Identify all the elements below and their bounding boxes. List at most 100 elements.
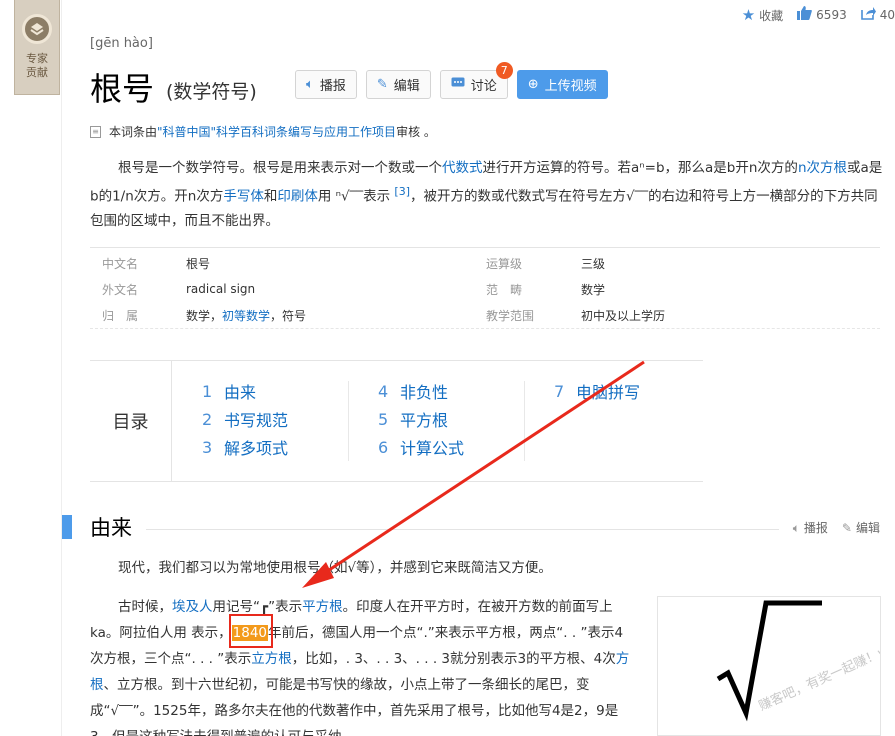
medal-icon (22, 14, 52, 44)
info-key: 运算级 (486, 256, 523, 271)
radical-sign-image[interactable]: 赚客吧，有奖一起赚！www.zuanke8.com (657, 596, 881, 736)
collect-button[interactable]: ★ 收藏 (742, 6, 783, 24)
review-prefix: 本词条由 (109, 125, 158, 139)
link-elementary-math[interactable]: 初等数学 (222, 309, 270, 323)
basic-info-row: 外文名 radical sign 范 畴 数学 (90, 276, 880, 302)
info-value: 根号 (186, 256, 211, 271)
speaker-icon: 🔈︎ (306, 77, 314, 92)
info-value: 数学，初等数学，符号 (186, 307, 486, 324)
section-play-button[interactable]: 🔈︎ 播报 (793, 519, 828, 536)
toc-separator (348, 381, 349, 461)
toc-number: 7 (554, 381, 565, 401)
toc-title: 平方根 (400, 411, 449, 430)
pencil-icon: ✎ (376, 77, 388, 92)
toc-item[interactable]: 3 解多项式 (202, 433, 288, 461)
discuss-count-badge: 7 (495, 62, 513, 79)
info-key: 归 属 (102, 308, 139, 323)
upload-label: 上传视频 (544, 79, 597, 94)
toc-number: 4 (378, 381, 389, 401)
pencil-icon: ✎ (841, 520, 852, 535)
review-project-link[interactable]: "科普中国"科学百科词条编写与应用工作项目 (157, 123, 396, 140)
plus-circle-icon: ⊕ (527, 77, 539, 92)
section-play-label: 播报 (803, 520, 828, 535)
paragraph-text: 用记号“┏”表示 (212, 599, 303, 615)
toc-item[interactable]: 7 电脑拼写 (554, 377, 640, 405)
toc-column: 4 非负性 5 平方根 6 计算公式 (378, 377, 464, 461)
toc-column: 7 电脑拼写 (554, 377, 640, 405)
toc-title: 计算公式 (400, 439, 465, 458)
chat-icon (451, 77, 465, 93)
section-marker (62, 515, 72, 539)
toc-item[interactable]: 1 由来 (202, 377, 288, 405)
toc-title: 解多项式 (224, 439, 289, 458)
link-print-font[interactable]: 印刷体 (277, 189, 318, 205)
info-key: 教学范围 (486, 308, 535, 323)
like-count: 6593 (816, 8, 847, 22)
link-nth-root[interactable]: n次方根 (798, 160, 847, 176)
toc-number: 2 (202, 409, 213, 429)
toc-item[interactable]: 4 非负性 (378, 377, 464, 405)
basic-info-divider (90, 328, 880, 329)
page-title: 根号 (90, 70, 155, 108)
toc-title: 电脑拼写 (576, 383, 641, 402)
section-edit-label: 编辑 (855, 520, 880, 535)
like-button[interactable]: 6593 (797, 6, 847, 24)
expert-label: 专家贡献 (26, 52, 48, 79)
toc-separator (524, 381, 525, 461)
summary-text: 根号是一个数学符号。根号是用来表示对一个数或一个 (118, 160, 442, 176)
paragraph: 古时候，埃及人用记号“┏”表示平方根。印度人在开平方时，在被开方数的前面写上ka… (90, 594, 635, 736)
toc-item[interactable]: 2 书写规范 (202, 405, 288, 433)
toc-item[interactable]: 5 平方根 (378, 405, 464, 433)
paragraph: 现代，我们都习以为常地使用根号（如√等），并感到它来既简洁又方便。 (118, 560, 552, 576)
expert-contribution-badge[interactable]: 专家贡献 (14, 0, 60, 95)
header-actions: 🔈︎ 播报 ✎ 编辑 讨论 7 ⊕ 上传视频 (295, 62, 608, 99)
link-egyptians[interactable]: 埃及人 (172, 599, 213, 615)
play-button[interactable]: 🔈︎ 播报 (295, 70, 357, 99)
section-edit-button[interactable]: ✎ 编辑 (842, 519, 880, 536)
document-icon: ≡ (90, 125, 101, 138)
reference-link[interactable]: [3] (394, 185, 410, 198)
discuss-label: 讨论 (470, 79, 497, 94)
share-button[interactable]: 40 (860, 6, 895, 24)
info-key: 外文名 (102, 282, 139, 297)
toc-number: 5 (378, 409, 389, 429)
info-value-text: ，符号 (270, 308, 307, 323)
paragraph-text: 古时候， (118, 599, 172, 615)
link-square-root[interactable]: 平方根 (302, 599, 343, 615)
discuss-button[interactable]: 讨论 7 (439, 62, 513, 99)
speaker-icon: 🔈︎ (792, 520, 800, 535)
toc-title: 书写规范 (224, 411, 289, 430)
toc-number: 3 (202, 437, 213, 457)
paragraph-text: ，比如，. 3、. . 3、. . . 3就分别表示3的平方根、4次 (291, 651, 616, 667)
share-icon (860, 6, 876, 24)
thumbs-up-icon (797, 6, 813, 24)
section-title: 由来 (90, 516, 132, 540)
info-value: 三级 (581, 256, 606, 271)
toc-title: 非负性 (400, 383, 449, 402)
review-suffix: 审核 。 (396, 125, 436, 139)
toc-number: 1 (202, 381, 213, 401)
toc-item[interactable]: 6 计算公式 (378, 433, 464, 461)
annotation-box (229, 614, 273, 648)
info-key: 范 畴 (486, 282, 523, 297)
collect-label: 收藏 (759, 8, 784, 23)
summary-text: 和 (263, 188, 278, 205)
top-stats: ★ 收藏 6593 40 (734, 6, 895, 24)
page-subtitle: (数学符号) (166, 80, 257, 103)
play-label: 播报 (319, 79, 346, 94)
section-header: 由来 🔈︎ 播报 ✎ 编辑 (62, 512, 880, 542)
pinyin: [gēn hào] (90, 36, 153, 51)
edit-label: 编辑 (393, 79, 420, 94)
link-handwriting[interactable]: 手写体 (223, 189, 264, 205)
edit-button[interactable]: ✎ 编辑 (365, 70, 431, 99)
info-value-text: 数学， (186, 308, 223, 323)
section-actions: 🔈︎ 播报 ✎ 编辑 (793, 519, 880, 536)
toc-title: 由来 (224, 383, 257, 402)
info-value: 数学 (581, 282, 606, 297)
link-algebraic-expression[interactable]: 代数式 (442, 160, 483, 176)
upload-video-button[interactable]: ⊕ 上传视频 (516, 70, 608, 99)
link-cube-root[interactable]: 立方根 (251, 651, 292, 667)
review-note: ≡ 本词条由 "科普中国"科学百科词条编写与应用工作项目 审核 。 (90, 123, 436, 140)
summary-text: 用 ⁿ√‾‾表示 (317, 188, 395, 205)
info-key: 中文名 (102, 256, 139, 271)
